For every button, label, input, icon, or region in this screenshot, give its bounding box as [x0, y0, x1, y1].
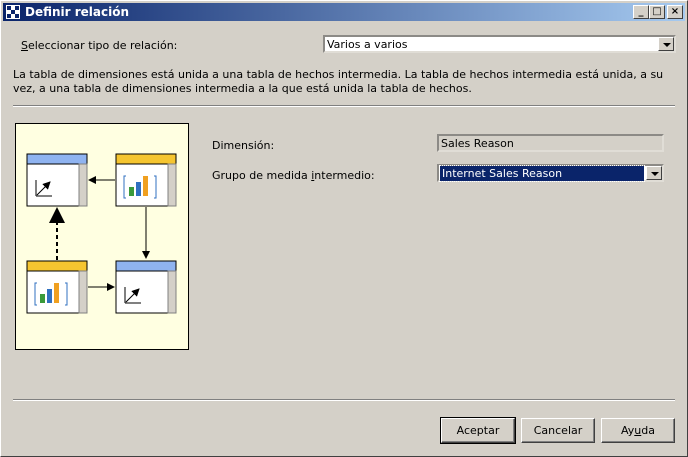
measure-group-value: Internet Sales Reason — [439, 165, 645, 182]
help-label-a: Ay — [620, 424, 635, 437]
relation-type-label: Seleccionar tipo de relación: — [21, 39, 178, 52]
measure-group-label: Grupo de medida intermedio: — [212, 169, 375, 182]
chevron-down-icon[interactable] — [646, 166, 662, 180]
title-bar[interactable]: Definir relación _ □ × — [3, 3, 685, 21]
measure-group-select[interactable]: Internet Sales Reason — [437, 164, 664, 182]
dimension-value: Sales Reason — [441, 137, 514, 150]
minimize-icon[interactable]: _ — [633, 5, 649, 19]
dimension-table-bottom — [115, 260, 177, 314]
maximize-icon[interactable]: □ — [649, 5, 665, 19]
fact-bar-chart-icon — [143, 176, 148, 196]
chevron-down-icon[interactable] — [658, 37, 674, 51]
help-button[interactable]: Ayuda — [601, 418, 675, 443]
measure-group-label-b: ntermedio: — [314, 169, 375, 182]
window-title: Definir relación — [25, 5, 130, 19]
help-label-b: da — [641, 424, 655, 437]
diagram-graphic — [26, 153, 177, 314]
relation-type-label-text: eleccionar tipo de relación: — [27, 39, 178, 52]
dimension-field: Sales Reason — [437, 134, 664, 152]
measure-group-label-a: Grupo de medida — [212, 169, 312, 182]
ok-button[interactable]: Aceptar — [440, 417, 516, 444]
dimension-table-top — [26, 153, 88, 207]
close-icon[interactable]: × — [667, 5, 683, 19]
divider-top — [13, 105, 675, 107]
dimension-label: Dimensión: — [212, 139, 275, 152]
relation-type-value: Varios a varios — [327, 38, 408, 51]
fact-table-top — [115, 153, 177, 207]
divider-bottom — [13, 399, 675, 401]
relation-type-select[interactable]: Varios a varios — [323, 35, 676, 53]
window-icon — [6, 5, 20, 19]
relation-diagram — [15, 123, 189, 350]
relation-description: La tabla de dimensiones está unida a una… — [13, 68, 664, 95]
fact-table-bottom — [26, 260, 88, 314]
dialog-window: Definir relación _ □ × Seleccionar tipo … — [0, 0, 688, 457]
cancel-button[interactable]: Cancelar — [521, 418, 595, 443]
